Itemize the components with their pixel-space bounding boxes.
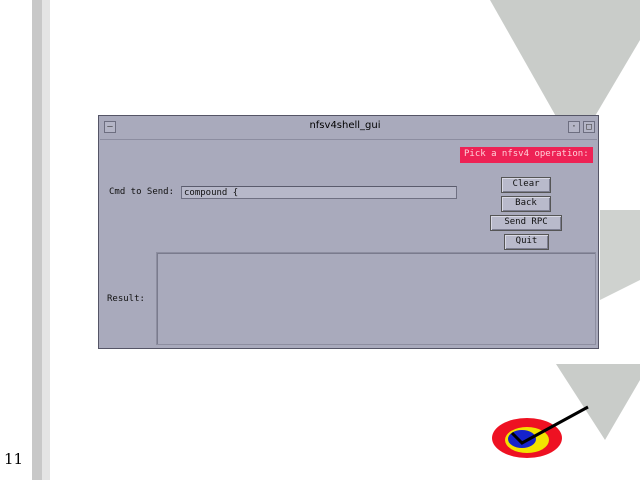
clear-button[interactable]: Clear (501, 177, 551, 193)
cmd-input[interactable]: compound { (181, 186, 457, 199)
back-button[interactable]: Back (501, 196, 551, 212)
result-label: Result: (107, 294, 145, 304)
window-title: nfsv4shell_gui (309, 120, 381, 131)
app-window: – nfsv4shell_gui · □ Pick a nfsv4 operat… (98, 115, 599, 349)
minimize-icon[interactable]: · (568, 121, 580, 133)
cmd-label: Cmd to Send: (109, 187, 175, 197)
maximize-icon[interactable]: □ (583, 121, 595, 133)
slide-number: 11 (4, 450, 24, 468)
send-rpc-button[interactable]: Send RPC (490, 215, 562, 231)
logo (492, 405, 589, 458)
operation-select[interactable]: Pick a nfsv4 operation: (460, 147, 593, 163)
title-bar[interactable]: – nfsv4shell_gui · □ (100, 117, 597, 140)
result-area[interactable] (156, 252, 596, 345)
quit-button[interactable]: Quit (504, 234, 549, 250)
